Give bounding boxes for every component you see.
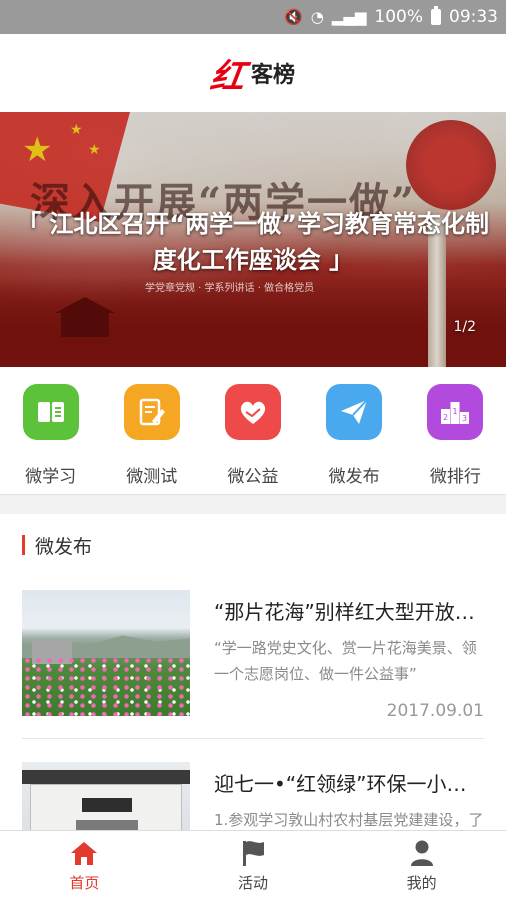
nav-label: 首页 <box>69 874 100 892</box>
nav-mine[interactable]: 我的 <box>337 831 506 900</box>
svg-text:1: 1 <box>453 407 458 416</box>
quick-menu-label: 微学习 <box>25 467 77 487</box>
quick-menu: 微学习 微测试 微公益 微发布 213 微排行 <box>0 367 506 495</box>
article-summary: 1.参观学习敦山村农村基层党建建设，了解党史和乡村发展历程 <box>214 811 484 829</box>
quick-menu-ranking[interactable]: 213 微排行 <box>415 384 495 487</box>
section-accent-bar <box>22 535 25 555</box>
article-thumbnail[interactable] <box>22 590 190 716</box>
quick-menu-label: 微公益 <box>227 467 279 487</box>
quick-menu-publish[interactable]: 微发布 <box>314 384 394 487</box>
banner-carousel[interactable]: ★ ★ ★ 深入开展“两学一做” 学党章党规 · 学系列讲话 · 做合格党员 「… <box>0 112 506 367</box>
publish-section: 微发布 “那片花海”别样红大型开放日活动 “学一路党史文化、赏一片花海美景、领一… <box>0 514 506 830</box>
podium-icon: 213 <box>427 384 484 440</box>
nav-label: 活动 <box>238 874 269 892</box>
bottom-nav: 首页 活动 我的 <box>0 830 506 900</box>
quick-menu-label: 微测试 <box>126 467 178 487</box>
section-header: 微发布 <box>0 514 506 576</box>
app-logo: 红 <box>207 56 248 97</box>
quick-menu-study[interactable]: 微学习 <box>11 384 91 487</box>
signal-icon: ▂▄▆ <box>331 8 367 26</box>
svg-text:3: 3 <box>462 414 467 423</box>
app-header: 红 客榜 <box>0 34 506 112</box>
article-card[interactable]: 迎七一•“红领绿”环保一小时活动 1.参观学习敦山村农村基层党建建设，了解党史和… <box>22 762 484 830</box>
banner-pager: 1/2 <box>453 319 476 335</box>
wifi-icon: ◔ <box>310 8 324 26</box>
article-card[interactable]: “那片花海”别样红大型开放日活动 “学一路党史文化、赏一片花海美景、领一个志愿岗… <box>22 590 484 721</box>
user-icon <box>409 838 435 868</box>
article-text: “那片花海”别样红大型开放日活动 “学一路党史文化、赏一片花海美景、领一个志愿岗… <box>214 590 484 721</box>
status-bar: 🔇 ◔ ▂▄▆ 100% 09:33 <box>0 0 506 34</box>
quick-menu-charity[interactable]: 微公益 <box>213 384 293 487</box>
nav-label: 我的 <box>406 874 437 892</box>
nav-activity[interactable]: 活动 <box>169 831 338 900</box>
banner-caption[interactable]: 「 江北区召开“两学一做”学习教育常态化制度化工作座谈会 」 <box>0 206 506 278</box>
mute-icon: 🔇 <box>284 8 303 26</box>
article-title[interactable]: 迎七一•“红领绿”环保一小时活动 <box>214 768 484 797</box>
quick-menu-test[interactable]: 微测试 <box>112 384 192 487</box>
book-icon <box>22 384 79 440</box>
home-icon <box>70 838 98 868</box>
battery-icon <box>431 6 441 25</box>
quick-menu-label: 微排行 <box>429 467 481 487</box>
flag-icon <box>240 838 266 868</box>
heart-hand-icon <box>224 384 281 440</box>
banner-sub-line: 学党章党规 · 学系列讲话 · 做合格党员 <box>145 283 315 294</box>
section-title: 微发布 <box>35 535 93 558</box>
paper-plane-icon <box>326 384 383 440</box>
battery-percent: 100% <box>374 7 423 27</box>
article-date: 2017.09.01 <box>386 701 484 721</box>
article-thumbnail[interactable] <box>22 762 190 830</box>
article-text: 迎七一•“红领绿”环保一小时活动 1.参观学习敦山村农村基层党建建设，了解党史和… <box>214 762 484 830</box>
edit-icon <box>123 384 180 440</box>
app-title: 客榜 <box>250 63 295 88</box>
svg-text:2: 2 <box>443 413 448 422</box>
article-title[interactable]: “那片花海”别样红大型开放日活动 <box>214 596 484 625</box>
article-summary: “学一路党史文化、赏一片花海美景、领一个志愿岗位、做一件公益事” <box>214 639 477 683</box>
divider <box>22 738 484 739</box>
quick-menu-label: 微发布 <box>328 467 380 487</box>
clock: 09:33 <box>449 7 498 27</box>
nav-home[interactable]: 首页 <box>0 831 169 900</box>
